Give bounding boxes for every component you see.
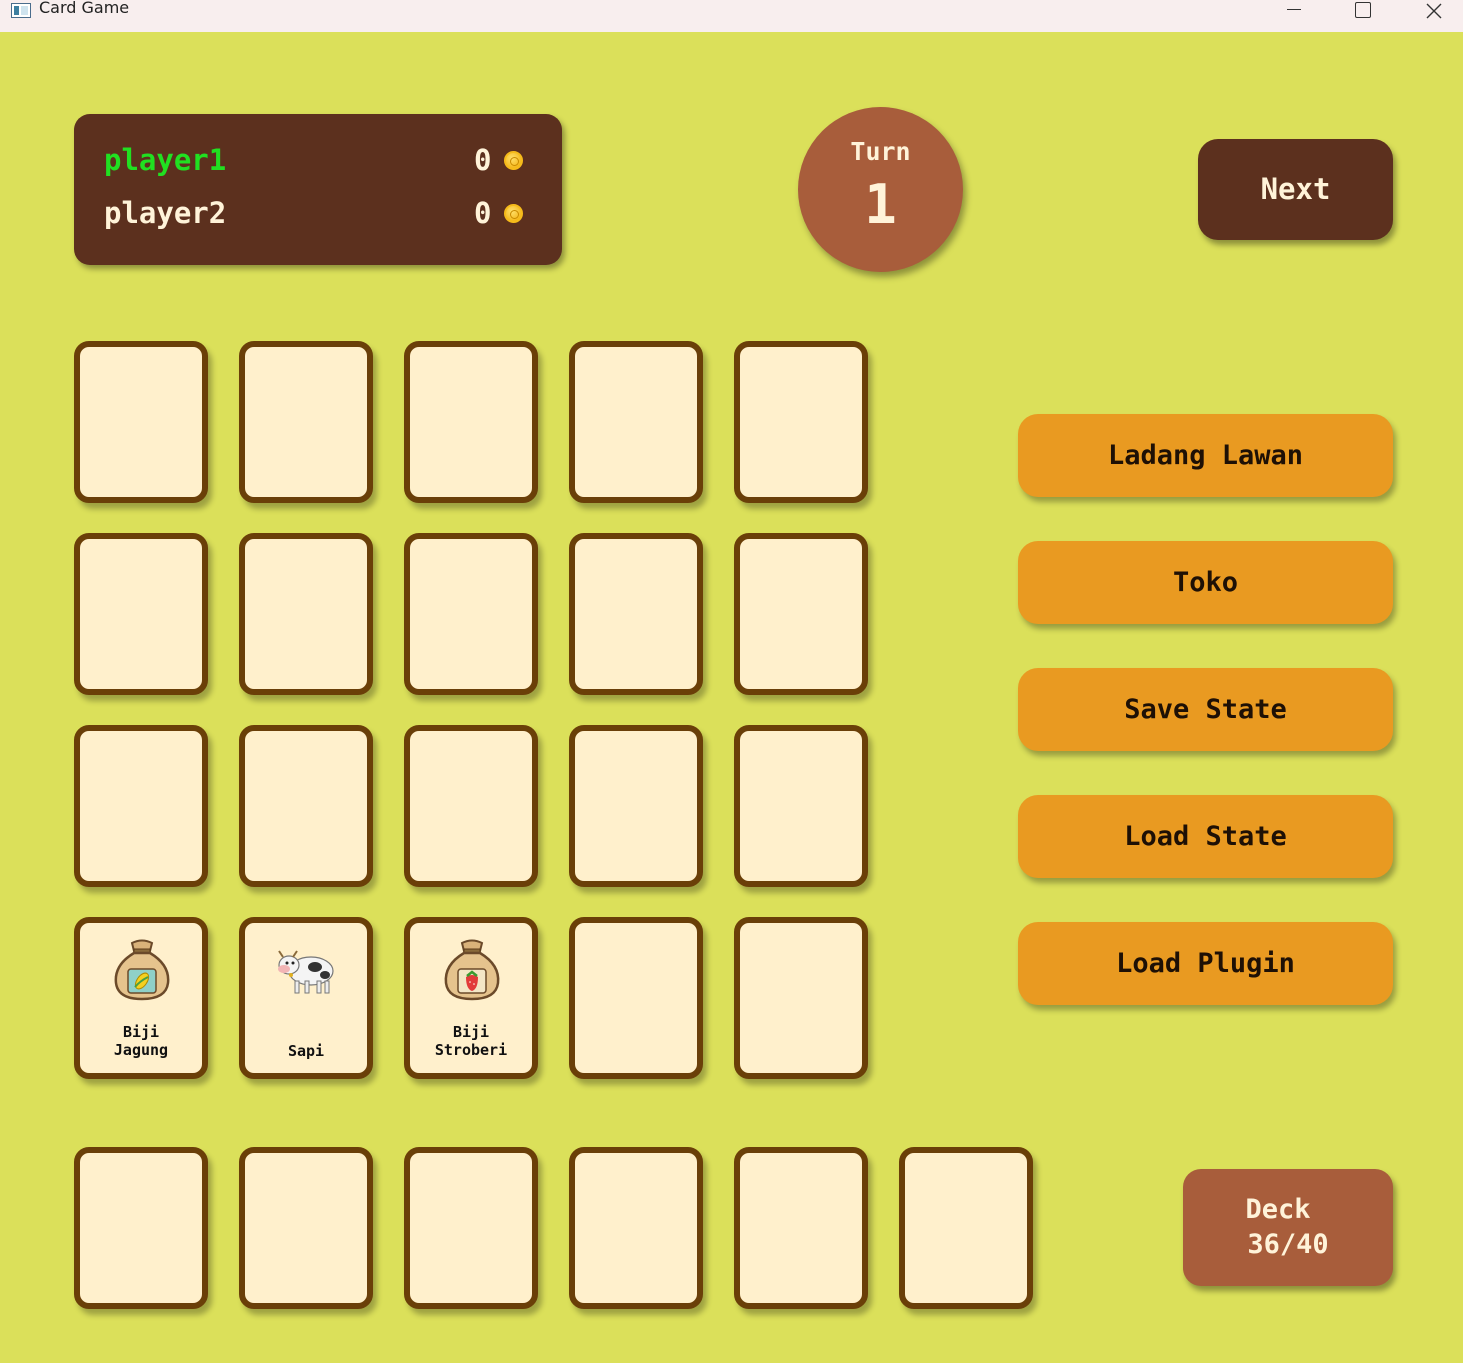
load-plugin-button[interactable]: Load Plugin (1018, 922, 1393, 1005)
cow-icon (278, 950, 334, 994)
deck-button[interactable]: Deck 36/40 (1183, 1169, 1393, 1286)
corn-seed-bag-icon (114, 939, 170, 1001)
maximize-icon[interactable] (1340, 0, 1386, 22)
next-button[interactable]: Next (1198, 139, 1393, 240)
player-name: player1 (104, 143, 227, 177)
deck-label: Deck (1245, 1194, 1311, 1225)
load-state-button[interactable]: Load State (1018, 795, 1393, 878)
toko-button[interactable]: Toko (1018, 541, 1393, 624)
deck-count: 36/40 (1247, 1229, 1329, 1260)
card-name-line2: Stroberi (434, 1041, 508, 1059)
field-slot[interactable] (74, 341, 208, 503)
field-slot[interactable] (74, 533, 208, 695)
hand-slot[interactable] (899, 1147, 1033, 1309)
field-slot[interactable] (734, 725, 868, 887)
close-icon[interactable] (1410, 0, 1456, 22)
card-name-line1: Biji (122, 1023, 160, 1041)
field-card[interactable]: Biji Jagung (74, 917, 208, 1079)
window-title: Card Game (39, 0, 130, 17)
ladang-lawan-button[interactable]: Ladang Lawan (1018, 414, 1393, 497)
field-slot[interactable] (404, 533, 538, 695)
strawberry-seed-bag-icon (444, 939, 500, 1001)
field-slot[interactable] (239, 341, 373, 503)
hand-slot[interactable] (734, 1147, 868, 1309)
field-slot[interactable] (74, 725, 208, 887)
hand-slot[interactable] (404, 1147, 538, 1309)
coin-icon (504, 204, 523, 223)
field-slot[interactable] (404, 341, 538, 503)
player-row: player1 0 (104, 140, 524, 180)
player-coins: 0 (474, 196, 492, 230)
hand-slot[interactable] (569, 1147, 703, 1309)
card-name-line1: Biji (452, 1023, 490, 1041)
player-coins: 0 (474, 143, 492, 177)
title-bar: Card Game (0, 0, 1463, 32)
app-icon (11, 3, 31, 18)
player-name: player2 (104, 196, 227, 230)
coin-icon (504, 151, 523, 170)
scoreboard: player1 0 player2 0 (74, 114, 562, 265)
turn-number: 1 (864, 173, 897, 236)
field-slot[interactable] (404, 725, 538, 887)
field-card[interactable]: Sapi (239, 917, 373, 1079)
field-slot[interactable] (734, 917, 868, 1079)
field-slot[interactable] (734, 533, 868, 695)
hand-slot[interactable] (74, 1147, 208, 1309)
minimize-icon[interactable] (1271, 0, 1317, 22)
field-slot[interactable] (569, 725, 703, 887)
turn-label: Turn (850, 137, 911, 166)
player-row: player2 0 (104, 193, 524, 233)
field-card[interactable]: Biji Stroberi (404, 917, 538, 1079)
turn-indicator: Turn 1 (798, 107, 963, 272)
save-state-button[interactable]: Save State (1018, 668, 1393, 751)
hand-slot[interactable] (239, 1147, 373, 1309)
field-slot[interactable] (569, 917, 703, 1079)
card-name-line2: Jagung (113, 1041, 169, 1059)
field-slot[interactable] (239, 533, 373, 695)
card-name: Sapi (287, 1042, 325, 1060)
field-slot[interactable] (239, 725, 373, 887)
field-slot[interactable] (569, 341, 703, 503)
field-slot[interactable] (569, 533, 703, 695)
field-slot[interactable] (734, 341, 868, 503)
